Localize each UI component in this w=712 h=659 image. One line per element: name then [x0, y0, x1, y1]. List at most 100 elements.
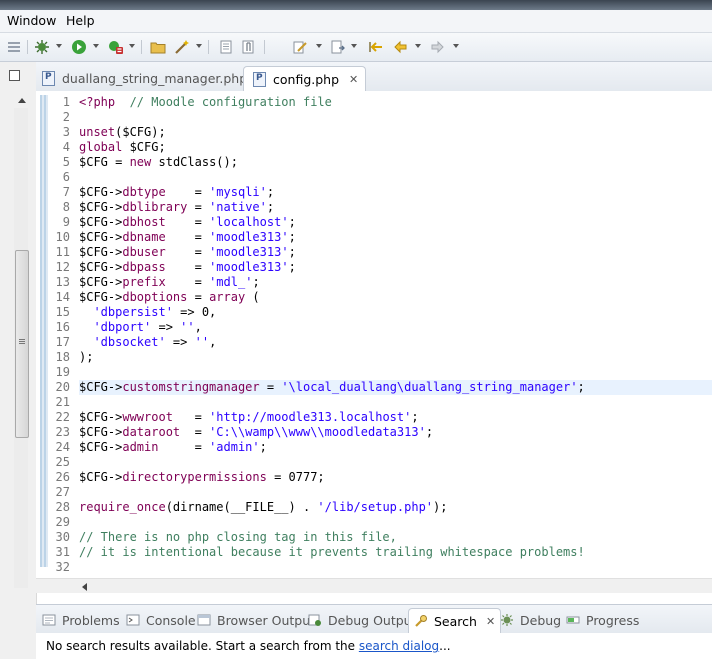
code-line[interactable]: <?php // Moodle configuration file [79, 95, 709, 110]
code-line[interactable]: $CFG->dbhost = 'localhost'; [79, 215, 709, 230]
close-icon[interactable]: ✕ [349, 73, 358, 86]
scroll-up-arrow-icon[interactable] [18, 98, 26, 103]
wand-dropdown-icon[interactable] [196, 44, 202, 48]
code-line[interactable]: 'dbpersist' => 0, [79, 305, 709, 320]
run-dropdown-icon[interactable] [93, 44, 99, 48]
toolbar-separator [141, 40, 142, 54]
tab-label: Debug Output [328, 612, 417, 628]
forward-dropdown-icon[interactable] [453, 44, 459, 48]
external-tools-dropdown-icon[interactable] [129, 44, 135, 48]
code-line[interactable] [79, 560, 709, 575]
code-text-area[interactable]: <?php // Moodle configuration file unset… [79, 95, 712, 575]
scroll-left-arrow-icon[interactable] [82, 583, 87, 591]
code-line[interactable]: $CFG->admin = 'admin'; [79, 440, 709, 455]
paragraph-icon[interactable] [240, 39, 256, 55]
line-number: 23 [55, 425, 70, 439]
edit-dropdown-icon[interactable] [316, 44, 322, 48]
code-line[interactable] [79, 170, 709, 185]
php-file-icon: P [253, 71, 266, 87]
code-line[interactable]: $CFG->dbuser = 'moodle313'; [79, 245, 709, 260]
debug-dropdown-icon[interactable] [56, 44, 62, 48]
code-line[interactable]: 'dbsocket' => '', [79, 335, 709, 350]
forward-arrow-icon[interactable] [430, 39, 446, 55]
line-number: 19 [55, 365, 70, 379]
code-line[interactable]: $CFG->dbtype = 'mysqli'; [79, 185, 709, 200]
tab-progress[interactable]: Progress [566, 611, 639, 629]
code-line[interactable]: unset($CFG); [79, 125, 709, 140]
back-arrow-icon[interactable] [392, 39, 408, 55]
back-dropdown-icon[interactable] [415, 44, 421, 48]
code-line[interactable]: global $CFG; [79, 140, 709, 155]
code-line[interactable]: // There is no php closing tag in this f… [79, 530, 709, 545]
menu-window[interactable]: Window [7, 13, 56, 28]
code-line[interactable] [79, 365, 709, 380]
vertical-scrollbar-thumb[interactable] [15, 250, 29, 438]
line-number: 8 [62, 200, 70, 214]
run-icon[interactable] [71, 39, 87, 55]
line-number: 9 [62, 215, 70, 229]
line-number: 16 [55, 320, 70, 334]
search-icon [415, 615, 427, 627]
menu-help[interactable]: Help [66, 13, 95, 28]
tab-debug-output[interactable]: Debug Output [308, 611, 417, 629]
code-line[interactable]: $CFG->dboptions = array ( [79, 290, 709, 305]
change-ruler [40, 95, 48, 567]
bottom-view-tab-bar: Problems Console Browser Output Debug Ou… [36, 604, 712, 634]
code-line[interactable]: $CFG->prefix = 'mdl_'; [79, 275, 709, 290]
next-annotation-dropdown-icon[interactable] [351, 44, 357, 48]
line-number: 4 [62, 140, 70, 154]
code-line[interactable]: $CFG->directorypermissions = 0777; [79, 470, 709, 485]
debug-config-icon[interactable] [34, 39, 50, 55]
last-edit-location-icon[interactable] [368, 39, 384, 55]
console-icon [126, 614, 140, 626]
line-number: 18 [55, 350, 70, 364]
code-editor[interactable]: 1 2 3 4 5 6 7 8 9 10 11 12 13 14 15 16 17 18 19 20 21 22 23 24 2… [36, 91, 712, 590]
tab-browser-output[interactable]: Browser Output [197, 611, 315, 629]
external-tools-icon[interactable] [108, 39, 124, 55]
tab-duallang-string-manager[interactable]: P duallang_string_manager.php [42, 66, 247, 90]
line-number: 6 [62, 170, 70, 184]
line-number: 17 [55, 335, 70, 349]
line-number: 30 [55, 530, 70, 544]
code-line[interactable]: $CFG = new stdClass(); [79, 155, 709, 170]
code-line[interactable] [79, 485, 709, 500]
code-line[interactable]: $CFG->wwwroot = 'http://moodle313.localh… [79, 410, 709, 425]
edit-pencil-icon[interactable] [292, 39, 308, 55]
line-number: 11 [55, 245, 70, 259]
code-line[interactable] [79, 455, 709, 470]
search-dialog-link[interactable]: search dialog [359, 639, 439, 653]
code-line[interactable] [79, 515, 709, 530]
tab-console[interactable]: Console [126, 611, 196, 629]
code-line[interactable]: ); [79, 350, 709, 365]
code-line[interactable]: $CFG->dataroot = 'C:\\wamp\\www\\moodled… [79, 425, 709, 440]
progress-icon [566, 616, 580, 624]
code-line[interactable]: $CFG->dblibrary = 'native'; [79, 200, 709, 215]
line-number: 5 [62, 155, 70, 169]
code-line[interactable] [79, 395, 709, 410]
tab-debug[interactable]: Debug [500, 611, 561, 629]
restore-icon[interactable] [9, 70, 20, 81]
line-number: 13 [55, 275, 70, 289]
document-icon[interactable] [218, 39, 234, 55]
tab-problems[interactable]: Problems [42, 611, 120, 629]
code-line[interactable]: $CFG->dbpass = 'moodle313'; [79, 260, 709, 275]
code-line[interactable]: $CFG->dbname = 'moodle313'; [79, 230, 709, 245]
line-number: 24 [55, 440, 70, 454]
code-line[interactable]: // it is intentional because it prevents… [79, 545, 709, 560]
open-folder-icon[interactable] [150, 39, 166, 55]
code-line[interactable]: $CFG->customstringmanager = '\local_dual… [79, 380, 712, 395]
tab-config-php[interactable]: P config.php ✕ [243, 66, 367, 92]
menu-bar: Window Help [0, 10, 712, 33]
close-icon[interactable]: ✕ [486, 615, 495, 628]
line-number: 20 [55, 380, 70, 394]
code-line[interactable] [79, 110, 709, 125]
wand-icon[interactable] [174, 39, 190, 55]
editor-tab-bar: P duallang_string_manager.php P config.p… [36, 62, 712, 92]
search-status-message: No search results available. Start a sea… [46, 639, 451, 653]
code-line[interactable]: require_once(dirname(__FILE__) . '/lib/s… [79, 500, 709, 515]
toolbar-grip-icon [6, 39, 22, 55]
next-annotation-icon[interactable] [330, 39, 346, 55]
code-line[interactable]: 'dbport' => '', [79, 320, 709, 335]
tab-search[interactable]: Search ✕ [408, 608, 502, 634]
horizontal-scrollbar[interactable] [36, 578, 712, 593]
